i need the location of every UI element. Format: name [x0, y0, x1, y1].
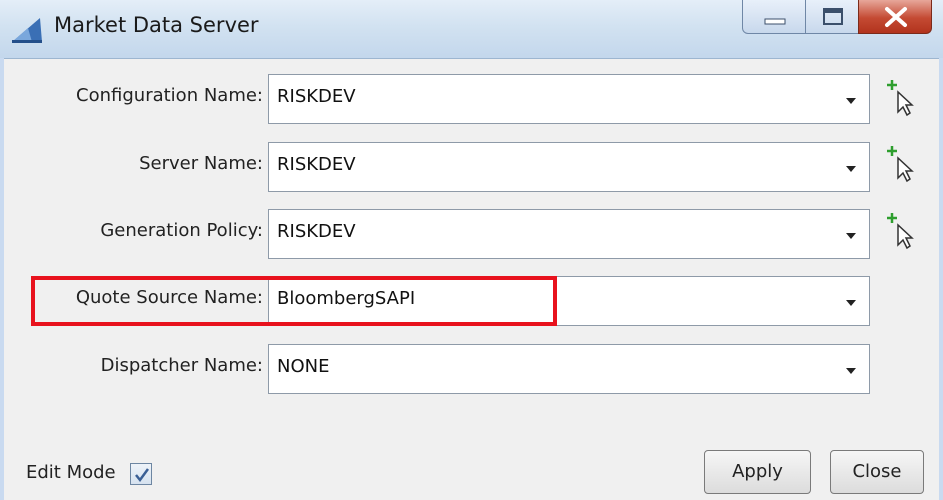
- add-cursor-icon[interactable]: [884, 78, 914, 118]
- chevron-down-icon[interactable]: [839, 224, 863, 246]
- window-title: Market Data Server: [54, 13, 259, 37]
- checkmark-icon: [135, 468, 150, 483]
- chevron-down-icon[interactable]: [839, 291, 863, 313]
- minimize-icon: [764, 18, 786, 25]
- generation-policy-value: RISKDEV: [277, 221, 356, 242]
- chevron-down-icon[interactable]: [839, 89, 863, 111]
- dispatcher-name-value: NONE: [277, 356, 330, 377]
- highlight-box: [31, 276, 557, 326]
- close-icon: [885, 7, 907, 27]
- dispatcher-name-select[interactable]: NONE: [268, 344, 870, 394]
- form-row-configuration-name: Configuration Name: RISKDEV: [0, 74, 943, 124]
- form-row-dispatcher-name: Dispatcher Name: NONE: [0, 344, 943, 394]
- configuration-name-value: RISKDEV: [277, 86, 356, 107]
- add-cursor-icon[interactable]: [884, 211, 914, 251]
- close-button[interactable]: Close: [830, 450, 924, 494]
- maximize-icon: [823, 8, 843, 25]
- edit-mode-checkbox[interactable]: [130, 463, 152, 485]
- chevron-down-icon[interactable]: [839, 157, 863, 179]
- add-cursor-icon[interactable]: [884, 144, 914, 184]
- window-controls: [742, 0, 932, 34]
- edit-mode-label: Edit Mode: [26, 462, 116, 483]
- server-name-label: Server Name:: [139, 153, 263, 174]
- server-name-select[interactable]: RISKDEV: [268, 142, 870, 192]
- server-name-value: RISKDEV: [277, 154, 356, 175]
- dispatcher-name-label: Dispatcher Name:: [100, 355, 263, 376]
- title-bar[interactable]: Market Data Server: [0, 0, 943, 59]
- generation-policy-label: Generation Policy:: [100, 220, 263, 241]
- apply-button[interactable]: Apply: [704, 450, 811, 494]
- minimize-button[interactable]: [742, 0, 806, 34]
- generation-policy-select[interactable]: RISKDEV: [268, 209, 870, 259]
- close-window-button[interactable]: [858, 0, 932, 34]
- configuration-name-label: Configuration Name:: [76, 85, 263, 106]
- form-row-generation-policy: Generation Policy: RISKDEV: [0, 209, 943, 259]
- app-icon: [12, 18, 42, 43]
- configuration-name-select[interactable]: RISKDEV: [268, 74, 870, 124]
- maximize-button[interactable]: [805, 0, 859, 34]
- form-row-server-name: Server Name: RISKDEV: [0, 142, 943, 192]
- chevron-down-icon[interactable]: [839, 359, 863, 381]
- market-data-server-window: Market Data Server Configuration Name: R…: [0, 0, 943, 500]
